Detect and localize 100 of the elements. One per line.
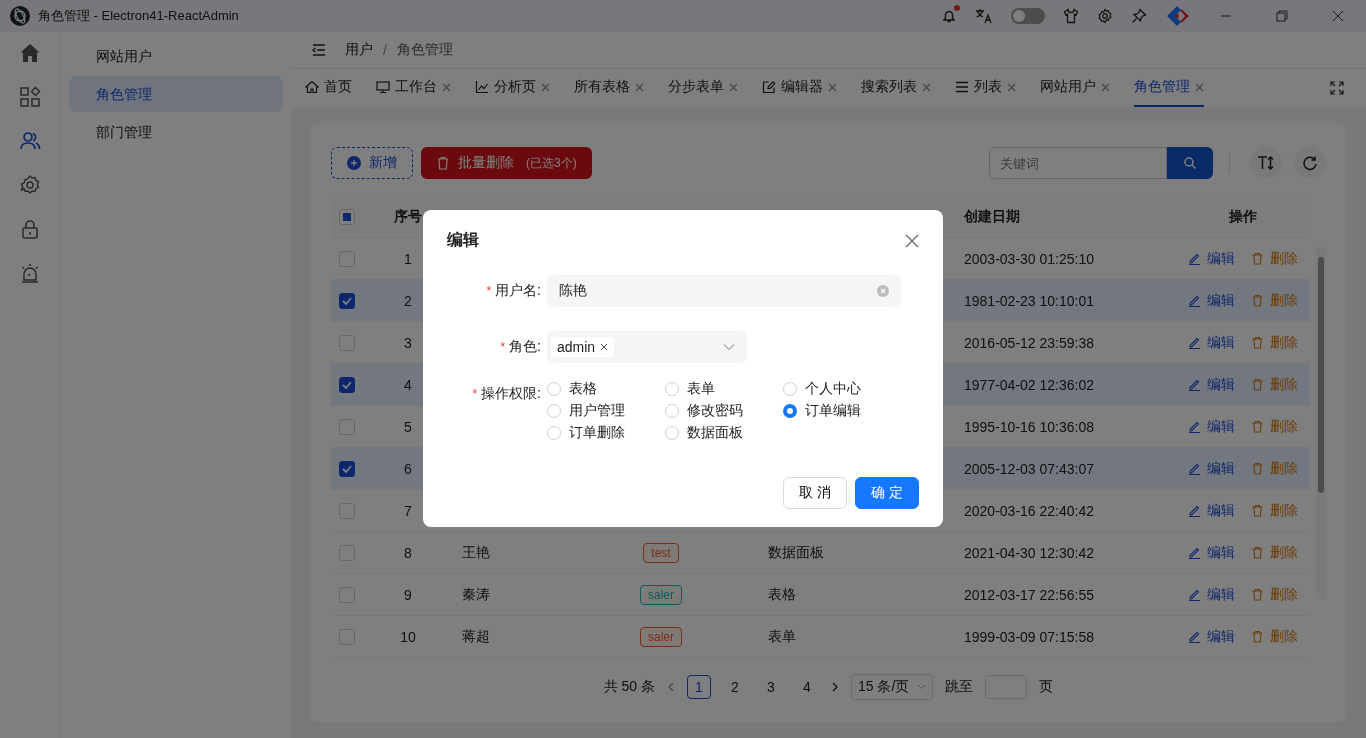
tab[interactable]: 所有表格 bbox=[574, 69, 644, 107]
text-size-button[interactable] bbox=[1250, 147, 1282, 179]
permission-radio[interactable]: 订单删除 bbox=[547, 422, 665, 443]
permission-radio[interactable]: 个人中心 bbox=[783, 378, 901, 399]
previous-page-icon[interactable] bbox=[667, 682, 675, 692]
permission-radio[interactable]: 数据面板 bbox=[665, 422, 783, 443]
delete-link[interactable]: 删除 bbox=[1251, 501, 1298, 520]
pencil-icon bbox=[1188, 252, 1201, 265]
brand-logo-icon[interactable] bbox=[1165, 4, 1189, 28]
role-tag: test bbox=[643, 542, 679, 563]
close-icon[interactable] bbox=[1195, 82, 1204, 92]
home-icon[interactable] bbox=[19, 42, 41, 64]
close-icon[interactable] bbox=[922, 82, 931, 92]
menu-item[interactable]: 部门管理 bbox=[69, 114, 283, 150]
add-button[interactable]: 新增 bbox=[331, 147, 413, 179]
menu-item[interactable]: 角色管理 bbox=[69, 76, 283, 112]
shirt-icon[interactable] bbox=[1063, 8, 1079, 24]
table-cell: 1977-04-02 12:36:02 bbox=[964, 376, 1094, 393]
reload-button[interactable] bbox=[1294, 147, 1326, 179]
delete-link[interactable]: 删除 bbox=[1251, 585, 1298, 604]
bell-icon[interactable] bbox=[941, 8, 957, 24]
close-icon[interactable] bbox=[442, 82, 451, 92]
theme-toggle[interactable] bbox=[1011, 8, 1045, 24]
batch-delete-button[interactable]: 批量删除 (已选3个) bbox=[421, 147, 592, 179]
apps-icon[interactable] bbox=[19, 86, 41, 108]
delete-link[interactable]: 删除 bbox=[1251, 627, 1298, 646]
edit-link[interactable]: 编辑 bbox=[1188, 375, 1235, 394]
close-icon[interactable] bbox=[541, 82, 550, 92]
close-icon[interactable] bbox=[1101, 82, 1110, 92]
scrollbar[interactable] bbox=[1316, 247, 1326, 599]
delete-link[interactable]: 删除 bbox=[1251, 543, 1298, 562]
table-cell: 2021-04-30 12:30:42 bbox=[964, 544, 1094, 561]
permission-radio[interactable]: 订单编辑 bbox=[783, 400, 901, 421]
tab-label: 分析页 bbox=[494, 78, 536, 96]
row-checkbox[interactable] bbox=[339, 460, 355, 477]
tab[interactable]: 分析页 bbox=[475, 69, 550, 107]
delete-link[interactable]: 删除 bbox=[1251, 417, 1298, 436]
restore-icon[interactable] bbox=[1276, 10, 1288, 22]
close-icon[interactable] bbox=[1332, 10, 1344, 22]
role-select[interactable]: admin bbox=[547, 331, 747, 363]
permission-radio[interactable]: 表格 bbox=[547, 378, 665, 399]
close-icon[interactable] bbox=[905, 233, 919, 248]
close-icon[interactable] bbox=[635, 82, 644, 92]
select-all-checkbox[interactable] bbox=[339, 209, 355, 225]
gear-icon[interactable] bbox=[19, 174, 41, 196]
tab[interactable]: 编辑器 bbox=[762, 69, 837, 107]
tab[interactable]: 工作台 bbox=[376, 69, 451, 107]
fullscreen-icon[interactable] bbox=[1330, 81, 1344, 95]
page-size-select[interactable]: 15 条/页 bbox=[851, 674, 934, 700]
lock-icon[interactable] bbox=[19, 218, 41, 240]
users-icon[interactable] bbox=[19, 130, 41, 152]
close-icon[interactable] bbox=[1007, 82, 1016, 92]
edit-link[interactable]: 编辑 bbox=[1188, 459, 1235, 478]
alarm-icon[interactable] bbox=[19, 262, 41, 284]
page-button[interactable]: 3 bbox=[759, 675, 783, 699]
permission-radio[interactable]: 用户管理 bbox=[547, 400, 665, 421]
edit-link[interactable]: 编辑 bbox=[1188, 501, 1235, 520]
settings-icon[interactable] bbox=[1097, 8, 1113, 24]
page-button[interactable]: 1 bbox=[687, 675, 711, 699]
pencil-icon bbox=[1188, 462, 1201, 475]
breadcrumb-item[interactable]: 用户 bbox=[345, 41, 373, 59]
search-button[interactable] bbox=[1167, 147, 1213, 179]
row-checkbox[interactable] bbox=[339, 376, 355, 393]
edit-link[interactable]: 编辑 bbox=[1188, 417, 1235, 436]
clear-icon[interactable] bbox=[877, 285, 889, 297]
pin-icon[interactable] bbox=[1131, 8, 1147, 24]
edit-link[interactable]: 编辑 bbox=[1188, 585, 1235, 604]
row-checkbox[interactable] bbox=[339, 292, 355, 309]
tab[interactable]: 角色管理 bbox=[1134, 69, 1204, 107]
menu-item[interactable]: 网站用户 bbox=[69, 38, 283, 74]
edit-link[interactable]: 编辑 bbox=[1188, 333, 1235, 352]
page-button[interactable]: 2 bbox=[723, 675, 747, 699]
username-field[interactable]: 陈艳 bbox=[547, 275, 901, 307]
edit-link[interactable]: 编辑 bbox=[1188, 291, 1235, 310]
permission-radio[interactable]: 表单 bbox=[665, 378, 783, 399]
column-header: 操作 bbox=[1229, 208, 1257, 224]
page-button[interactable]: 4 bbox=[795, 675, 819, 699]
field-label: 角色: bbox=[509, 338, 541, 356]
translate-icon[interactable] bbox=[975, 8, 993, 24]
edit-link[interactable]: 编辑 bbox=[1188, 249, 1235, 268]
window-title: 角色管理 - Electron41-ReactAdmin bbox=[38, 7, 239, 25]
close-icon[interactable] bbox=[828, 82, 837, 92]
close-icon[interactable] bbox=[729, 82, 738, 92]
delete-link[interactable]: 删除 bbox=[1251, 333, 1298, 352]
tab[interactable]: 网站用户 bbox=[1040, 69, 1110, 107]
tab[interactable]: 搜索列表 bbox=[861, 69, 931, 107]
delete-link[interactable]: 删除 bbox=[1251, 249, 1298, 268]
menu-fold-icon[interactable] bbox=[311, 42, 327, 58]
tab[interactable]: 首页 bbox=[305, 69, 352, 107]
cancel-button[interactable]: 取 消 bbox=[783, 477, 847, 509]
tab[interactable]: 分步表单 bbox=[668, 69, 738, 107]
tab[interactable]: 列表 bbox=[955, 69, 1016, 107]
permission-radio[interactable]: 修改密码 bbox=[665, 400, 783, 421]
edit-link[interactable]: 编辑 bbox=[1188, 627, 1235, 646]
edit-link[interactable]: 编辑 bbox=[1188, 543, 1235, 562]
remove-icon[interactable] bbox=[600, 343, 609, 351]
next-page-icon[interactable] bbox=[831, 682, 839, 692]
ok-button[interactable]: 确 定 bbox=[855, 477, 919, 509]
search-field[interactable]: 关键词 bbox=[989, 147, 1167, 179]
pencil-icon bbox=[1188, 630, 1201, 643]
